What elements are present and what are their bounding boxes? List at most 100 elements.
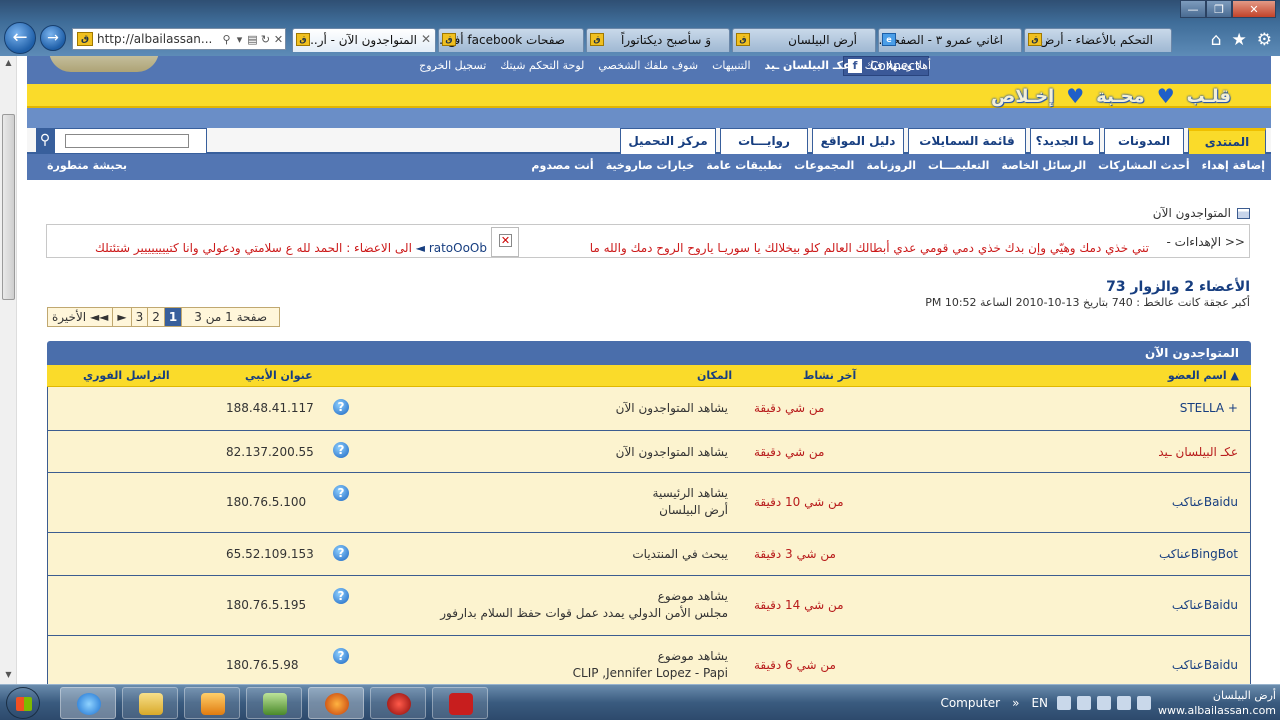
tools-icon[interactable]: ⚙	[1257, 30, 1272, 50]
help-icon[interactable]: ?	[333, 399, 349, 415]
tab-site-directory[interactable]: دليل المواقع	[812, 128, 904, 154]
member-link[interactable]: STELLA +	[1180, 401, 1238, 415]
tab-whats-new[interactable]: ما الجديد؟	[1030, 128, 1100, 154]
pagination-page[interactable]: 2	[148, 308, 165, 326]
scroll-up-icon[interactable]: ▲	[0, 58, 17, 67]
stop-icon[interactable]: ✕	[272, 33, 285, 46]
main-nav: ⚲ مركز التحميل روايـــات دليل المواقع قا…	[27, 128, 1271, 154]
col-ip[interactable]: عنوان الأيبي	[245, 369, 313, 382]
pagination-page[interactable]: 3	[131, 308, 149, 326]
home-icon[interactable]: ⌂	[1211, 30, 1222, 50]
back-button[interactable]: ←	[4, 22, 36, 54]
pagination-next[interactable]: ►	[113, 308, 132, 326]
location-line: يشاهد الرئيسية	[652, 486, 728, 500]
member-link[interactable]: عناكبBaidu	[1172, 598, 1238, 612]
notifications-link[interactable]: التنبيهات	[712, 59, 750, 72]
member-link[interactable]: عناكبBaidu	[1172, 658, 1238, 672]
member-link[interactable]: عكـ البيلسان ـيد	[1158, 445, 1238, 459]
address-url[interactable]: http://albailassan...	[97, 32, 220, 46]
taskbar-firefox[interactable]	[308, 687, 364, 719]
refresh-icon[interactable]: ↻	[259, 33, 272, 46]
computer-toolbar[interactable]: Computer	[940, 696, 1000, 710]
browser-tab[interactable]: ق التحكم بالأعضاء - أرض...	[1024, 28, 1172, 52]
tray-app-icon[interactable]	[1077, 696, 1091, 710]
location-link[interactable]: أرض البيلسان	[659, 503, 728, 517]
advanced-search-link[interactable]: بحبشة متطورة	[47, 159, 127, 172]
browser-tab-active[interactable]: ق المتواجدون الآن - أر... ✕	[292, 28, 436, 52]
col-last-activity[interactable]: آخر نشاط	[803, 369, 856, 382]
browser-tab[interactable]: e اغاني عمرو ٣ - الصفحه...	[878, 28, 1022, 52]
tab-forum[interactable]: المنتدى	[1188, 128, 1266, 154]
tab-close-icon[interactable]: ✕	[421, 32, 431, 46]
username-link[interactable]: عكـ البيلسان ـيد	[765, 59, 851, 72]
forward-button[interactable]: →	[40, 25, 66, 51]
browser-tab[interactable]: ق أرض البيلسان	[732, 28, 876, 52]
tab-novels[interactable]: روايـــات	[720, 128, 808, 154]
taskbar-app[interactable]	[370, 687, 426, 719]
help-icon[interactable]: ?	[333, 648, 349, 664]
help-icon[interactable]: ?	[333, 588, 349, 604]
tray-app-icon[interactable]	[1097, 696, 1111, 710]
location-link[interactable]: CLIP ,Jennifer Lopez - Papi	[573, 666, 728, 680]
taskbar-ie[interactable]	[60, 687, 116, 719]
taskbar-explorer[interactable]	[122, 687, 178, 719]
expand-tray-icon[interactable]: »	[1012, 696, 1019, 710]
sub-nav-item[interactable]: الرسائل الخاصة	[1001, 159, 1086, 172]
sub-nav-item[interactable]: تطبيقات عامة	[706, 159, 782, 172]
sub-nav-item[interactable]: إضافة إهداء	[1202, 159, 1265, 172]
browser-tab[interactable]: ق وَ سأصبح ديكتاتوراً	[586, 28, 730, 52]
help-icon[interactable]: ?	[333, 485, 349, 501]
clock-area[interactable]: أرض البيلسان www.albailassan.com	[1158, 685, 1276, 720]
compat-icon[interactable]: ▤	[246, 33, 259, 46]
breadcrumb-current: المتواجدون الآن	[1152, 206, 1231, 220]
location-link[interactable]: مجلس الأمن الدولي يمدد عمل قوات حفظ السل…	[440, 606, 728, 620]
taskbar-media[interactable]	[184, 687, 240, 719]
tab-blogs[interactable]: المدونات	[1104, 128, 1184, 154]
minimize-button[interactable]: —	[1180, 0, 1206, 18]
address-bar[interactable]: ق http://albailassan... ⚲ ▾ ▤ ↻ ✕	[72, 28, 286, 50]
tab-smilies[interactable]: قائمة السمايلات	[908, 128, 1026, 154]
logout-link[interactable]: تسجيل الخروج	[419, 59, 486, 72]
flag-icon[interactable]	[1137, 696, 1151, 710]
col-location[interactable]: المكان	[697, 369, 732, 382]
search-icon[interactable]: ⚲	[36, 128, 54, 154]
member-link[interactable]: عناكبBaidu	[1172, 495, 1238, 509]
sub-nav-item[interactable]: التعليمـــات	[928, 159, 989, 172]
browser-tab[interactable]: ق صفحات facebook أفج...	[438, 28, 584, 52]
profile-link[interactable]: شوف ملفك الشخصي	[598, 59, 698, 72]
maximize-button[interactable]: ❐	[1206, 0, 1232, 18]
pagination-last[interactable]: الأخيرة ◄◄	[48, 308, 114, 326]
page-scrollbar[interactable]: ▲ ▼	[0, 56, 17, 684]
sub-nav-item[interactable]: خيارات صاروخية	[606, 159, 695, 172]
sub-nav-item[interactable]: أحدث المشاركات	[1098, 159, 1189, 172]
member-link[interactable]: عناكبBingBot	[1159, 547, 1238, 561]
help-icon[interactable]: ?	[333, 442, 349, 458]
col-member[interactable]: اسم العضو ▲	[1168, 369, 1239, 382]
tray-app-icon[interactable]	[1057, 696, 1071, 710]
tab-label: اغاني عمرو ٣ - الصفحه...	[878, 33, 1003, 47]
close-window-button[interactable]: ✕	[1232, 0, 1276, 18]
tray-app-icon[interactable]	[1117, 696, 1131, 710]
scrollbar-thumb[interactable]	[2, 114, 15, 300]
taskbar-network[interactable]	[246, 687, 302, 719]
search-input[interactable]	[65, 134, 189, 148]
control-panel-link[interactable]: لوحة التحكم شيتك	[500, 59, 584, 72]
favorites-icon[interactable]: ★	[1232, 30, 1247, 50]
table-row: عناكبBaidu من شي 6 دقيقة يشاهد موضوع CLI…	[47, 636, 1251, 684]
taskbar-zynga[interactable]	[432, 687, 488, 719]
language-indicator[interactable]: EN	[1031, 696, 1048, 710]
sub-nav-item[interactable]: الروزنامة	[866, 159, 916, 172]
pagination-current: 1	[164, 308, 183, 326]
last-activity: من شي دقيقة	[754, 445, 825, 459]
dropdown-icon[interactable]: ▾	[233, 33, 246, 46]
start-button[interactable]	[6, 687, 40, 719]
sub-nav-item[interactable]: المجموعات	[794, 159, 854, 172]
sub-nav-item[interactable]: أنت مصدوم	[531, 159, 593, 172]
tab-upload-center[interactable]: مركز التحميل	[620, 128, 716, 154]
search-icon[interactable]: ⚲	[220, 33, 233, 46]
scroll-down-icon[interactable]: ▼	[0, 670, 17, 679]
dedication-author[interactable]: ratoOoOb	[429, 241, 487, 255]
slogan-word: محـبة	[1096, 85, 1145, 107]
tab-favicon-icon: ق	[736, 33, 750, 46]
help-icon[interactable]: ?	[333, 545, 349, 561]
